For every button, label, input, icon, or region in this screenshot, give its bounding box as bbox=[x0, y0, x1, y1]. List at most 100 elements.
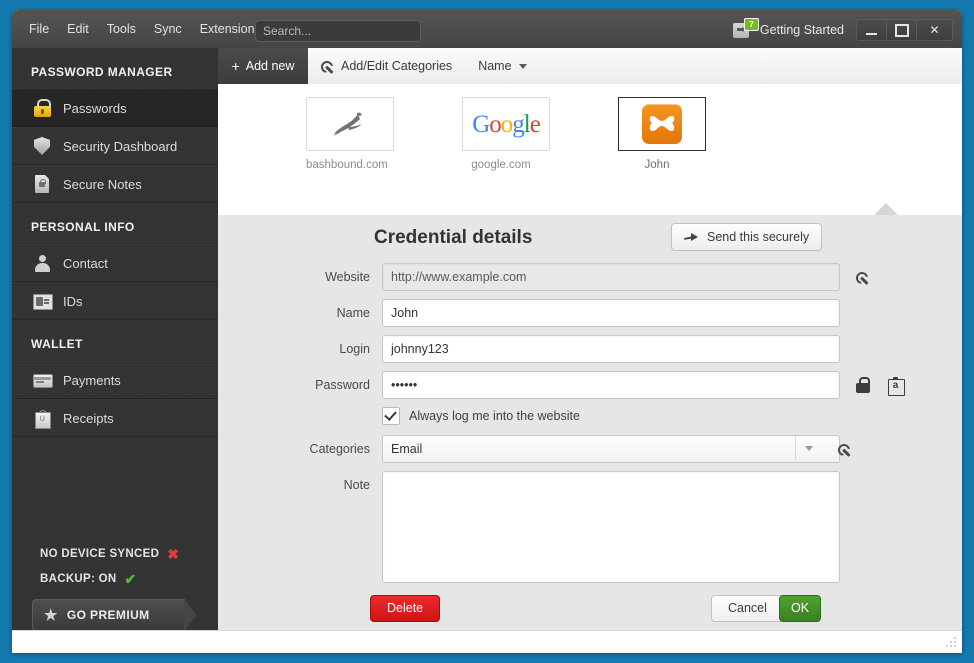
sidebar-item-label: Security Dashboard bbox=[63, 138, 178, 154]
secure-note-icon bbox=[32, 174, 52, 194]
sidebar-item-contact[interactable]: Contact bbox=[12, 244, 218, 282]
credential-tile-bashbound[interactable]: bashbound.com bbox=[306, 97, 394, 171]
chevron-down-icon[interactable] bbox=[795, 436, 822, 460]
sidebar-item-label: Payments bbox=[63, 372, 121, 388]
website-label: Website bbox=[325, 270, 370, 284]
sidebar: PASSWORD MANAGER Passwords Security Dash… bbox=[12, 48, 218, 653]
search-input[interactable] bbox=[255, 20, 421, 42]
wrench-icon bbox=[321, 60, 334, 73]
field-row-login: Login bbox=[218, 335, 962, 363]
bashbound-logo bbox=[333, 112, 362, 136]
shield-icon bbox=[32, 136, 52, 156]
copy-clipboard-icon[interactable]: a bbox=[888, 376, 905, 396]
getting-started-badge: 7 bbox=[743, 18, 759, 31]
note-textarea[interactable] bbox=[382, 471, 840, 583]
google-logo-g1: G bbox=[472, 110, 490, 138]
page-title: Credential details bbox=[374, 227, 533, 248]
maximize-button[interactable] bbox=[887, 20, 917, 40]
add-new-button[interactable]: + Add new bbox=[218, 48, 308, 84]
title-bar: File Edit Tools Sync Extensions Help 7 G… bbox=[12, 10, 962, 48]
google-logo: Google bbox=[472, 110, 541, 138]
wrench-icon[interactable] bbox=[856, 271, 869, 284]
getting-started-icon: 7 bbox=[732, 18, 759, 40]
delete-button[interactable]: Delete bbox=[370, 595, 441, 622]
sync-status-label: NO DEVICE SYNCED bbox=[40, 547, 160, 560]
getting-started-button[interactable]: 7 Getting Started bbox=[732, 18, 844, 41]
tile-logo-box: Google bbox=[462, 97, 550, 151]
send-securely-button[interactable]: Send this securely bbox=[671, 223, 823, 251]
menu-sync[interactable]: Sync bbox=[145, 18, 191, 40]
login-label: Login bbox=[339, 342, 370, 356]
tile-label: John bbox=[644, 159, 670, 171]
credential-tile-bar: bashbound.com Google google.com John bbox=[218, 84, 962, 216]
sidebar-item-secure-notes[interactable]: Secure Notes bbox=[12, 165, 218, 203]
tile-logo-box bbox=[618, 97, 706, 151]
always-login-label: Always log me into the website bbox=[409, 409, 580, 423]
field-row-password: Password a bbox=[218, 371, 962, 399]
google-logo-o1: o bbox=[489, 110, 501, 138]
lock-icon[interactable] bbox=[856, 377, 870, 393]
detail-header: Credential details Send this securely bbox=[218, 215, 962, 263]
menu-file[interactable]: File bbox=[20, 18, 58, 40]
add-edit-categories-button[interactable]: Add/Edit Categories bbox=[308, 48, 465, 84]
close-button[interactable]: ✕ bbox=[917, 20, 952, 40]
password-row-icons: a bbox=[856, 371, 905, 399]
status-bar bbox=[12, 630, 962, 653]
google-logo-o2: o bbox=[500, 110, 513, 138]
menu-edit[interactable]: Edit bbox=[58, 18, 98, 40]
always-login-checkbox[interactable] bbox=[382, 407, 400, 425]
name-input[interactable] bbox=[382, 299, 840, 327]
login-input[interactable] bbox=[382, 335, 840, 363]
sidebar-item-label: Contact bbox=[63, 255, 108, 271]
resize-grip[interactable] bbox=[944, 637, 957, 650]
sidebar-item-payments[interactable]: Payments bbox=[12, 361, 218, 399]
desktop-background: File Edit Tools Sync Extensions Help 7 G… bbox=[0, 0, 974, 663]
password-input[interactable] bbox=[382, 371, 840, 399]
detail-form: Website Name Login Password bbox=[218, 263, 962, 625]
categories-select-wrap: Email bbox=[382, 435, 840, 463]
sidebar-item-receipts[interactable]: ∪ Receipts bbox=[12, 399, 218, 437]
credential-tile-john[interactable]: John bbox=[618, 97, 706, 171]
person-icon bbox=[32, 253, 52, 273]
detail-button-row: Delete Cancel OK bbox=[218, 595, 962, 625]
toolbar: + Add new Add/Edit Categories Name bbox=[218, 48, 962, 85]
sidebar-item-label: Secure Notes bbox=[63, 176, 142, 192]
sidebar-item-ids[interactable]: IDs bbox=[12, 282, 218, 320]
sidebar-section-title-wallet: WALLET bbox=[31, 337, 83, 351]
wrench-icon[interactable] bbox=[838, 443, 851, 456]
field-row-website: Website bbox=[218, 263, 962, 291]
categories-label: Categories bbox=[309, 442, 370, 456]
id-card-icon bbox=[32, 291, 53, 311]
backup-status-label: BACKUP: ON bbox=[40, 572, 117, 585]
minimize-button[interactable] bbox=[857, 20, 887, 40]
sidebar-status-area: NO DEVICE SYNCED ✖ BACKUP: ON ✔ ★ GO PRE… bbox=[12, 541, 218, 631]
credential-tile-google[interactable]: Google google.com bbox=[462, 97, 550, 171]
sidebar-section-title-personal-info: PERSONAL INFO bbox=[31, 220, 135, 234]
tile-label: google.com bbox=[471, 159, 531, 171]
go-premium-button[interactable]: ★ GO PREMIUM bbox=[32, 599, 197, 631]
sidebar-item-security-dashboard[interactable]: Security Dashboard bbox=[12, 127, 218, 165]
field-row-note: Note bbox=[218, 471, 962, 583]
window-controls: ✕ bbox=[856, 19, 953, 41]
sort-dropdown[interactable]: Name bbox=[465, 48, 539, 84]
sync-status: NO DEVICE SYNCED ✖ bbox=[12, 541, 218, 566]
password-label: Password bbox=[315, 378, 370, 392]
note-label: Note bbox=[343, 478, 370, 492]
categories-select[interactable]: Email bbox=[382, 435, 840, 463]
credit-card-icon bbox=[32, 370, 53, 390]
sidebar-item-passwords[interactable]: Passwords bbox=[12, 89, 218, 127]
menu-tools[interactable]: Tools bbox=[98, 18, 145, 40]
sidebar-item-label: IDs bbox=[63, 293, 83, 309]
field-row-name: Name bbox=[218, 299, 962, 327]
plus-icon: + bbox=[231, 58, 240, 74]
add-edit-categories-label: Add/Edit Categories bbox=[341, 59, 453, 73]
field-row-categories: Categories Email bbox=[218, 435, 962, 463]
sidebar-item-label: Receipts bbox=[63, 410, 114, 426]
website-input[interactable] bbox=[382, 263, 840, 291]
john-orange-logo bbox=[642, 104, 682, 144]
cancel-button[interactable]: Cancel bbox=[711, 595, 784, 622]
credential-details-panel: Credential details Send this securely We… bbox=[218, 215, 962, 631]
always-login-checkbox-row: Always log me into the website bbox=[382, 407, 962, 425]
google-logo-e: e bbox=[529, 110, 541, 138]
ok-button[interactable]: OK bbox=[779, 595, 821, 622]
